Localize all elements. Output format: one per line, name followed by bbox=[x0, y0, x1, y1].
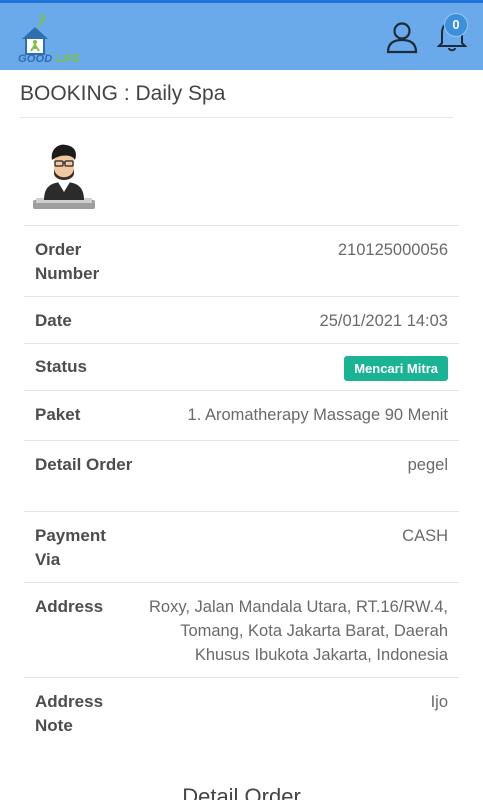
address-label: Address bbox=[35, 597, 104, 616]
title-divider bbox=[20, 117, 453, 118]
notification-count-badge[interactable]: 0 bbox=[444, 13, 468, 37]
page-title: BOOKING : Daily Spa bbox=[20, 82, 226, 105]
order-number-value: 210125000056 bbox=[337, 241, 448, 259]
therapist-avatar bbox=[33, 144, 95, 209]
payment-value: CASH bbox=[402, 527, 448, 545]
booking-details-table: Order Number 210125000056 Date 25/01/202… bbox=[24, 225, 459, 749]
payment-label: Payment Via bbox=[35, 526, 106, 569]
status-label: Status bbox=[35, 357, 87, 376]
detail-order-value: pegel bbox=[407, 456, 448, 474]
date-row: Date 25/01/2021 14:03 bbox=[24, 296, 459, 343]
date-value: 25/01/2021 14:03 bbox=[319, 312, 448, 330]
paket-label: Paket bbox=[35, 405, 81, 424]
paket-row: Paket 1. Aromatherapy Massage 90 Menit bbox=[24, 390, 459, 440]
status-badge: Mencari Mitra bbox=[344, 356, 448, 381]
date-label: Date bbox=[35, 311, 72, 330]
top-navigation-bar: GOOD LIFE 0 bbox=[0, 0, 483, 70]
paket-value: 1. Aromatherapy Massage 90 Menit bbox=[187, 406, 448, 424]
address-note-value: Ijo bbox=[430, 693, 448, 711]
order-number-row: Order Number 210125000056 bbox=[24, 225, 459, 296]
user-icon[interactable] bbox=[384, 19, 420, 55]
order-number-label: Order Number bbox=[35, 240, 100, 283]
status-row: Status Mencari Mitra bbox=[24, 343, 459, 390]
detail-order-label: Detail Order bbox=[35, 455, 133, 474]
address-row: Address Roxy, Jalan Mandala Utara, RT.16… bbox=[24, 582, 459, 677]
payment-row: Payment Via CASH bbox=[24, 511, 459, 582]
address-note-row: Address Note Ijo bbox=[24, 677, 459, 749]
detail-order-section-title: Detail Order bbox=[182, 784, 301, 800]
address-note-label: Address Note bbox=[35, 692, 104, 735]
detail-order-row: Detail Order pegel bbox=[24, 440, 459, 511]
logo-text: GOOD LIFE bbox=[18, 53, 81, 65]
address-value: Roxy, Jalan Mandala Utara, RT.16/RW.4, T… bbox=[149, 598, 448, 664]
